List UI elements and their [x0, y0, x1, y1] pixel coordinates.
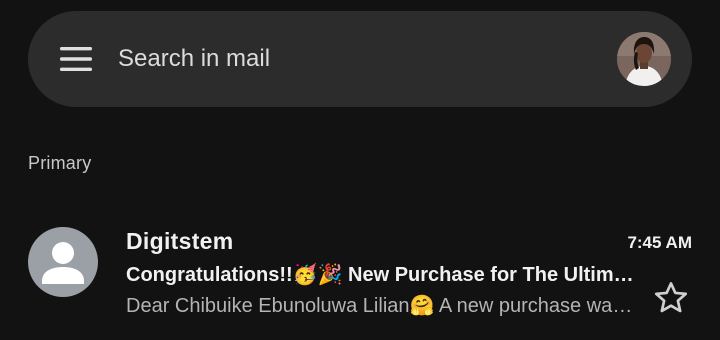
email-list-item[interactable]: Digitstem 7:45 AM Congratulations!!🥳🎉 Ne… — [0, 215, 720, 335]
sender-avatar[interactable] — [28, 227, 98, 297]
hamburger-menu-icon — [60, 47, 92, 71]
star-outline-icon — [654, 282, 688, 313]
search-input[interactable] — [118, 41, 598, 77]
email-sender: Digitstem — [126, 228, 234, 254]
menu-button[interactable] — [50, 39, 102, 79]
profile-photo — [617, 32, 671, 86]
search-bar[interactable] — [28, 11, 692, 107]
section-label-primary: Primary — [28, 153, 92, 173]
email-subject: Congratulations!!🥳🎉 New Purchase for The… — [126, 264, 640, 286]
account-avatar[interactable] — [617, 32, 671, 86]
default-person-avatar-icon — [42, 242, 84, 284]
email-time: 7:45 AM — [627, 233, 692, 252]
star-button[interactable] — [652, 279, 690, 317]
email-snippet: Dear Chibuike Ebunoluwa Lilian🤗 A new pu… — [126, 295, 636, 317]
